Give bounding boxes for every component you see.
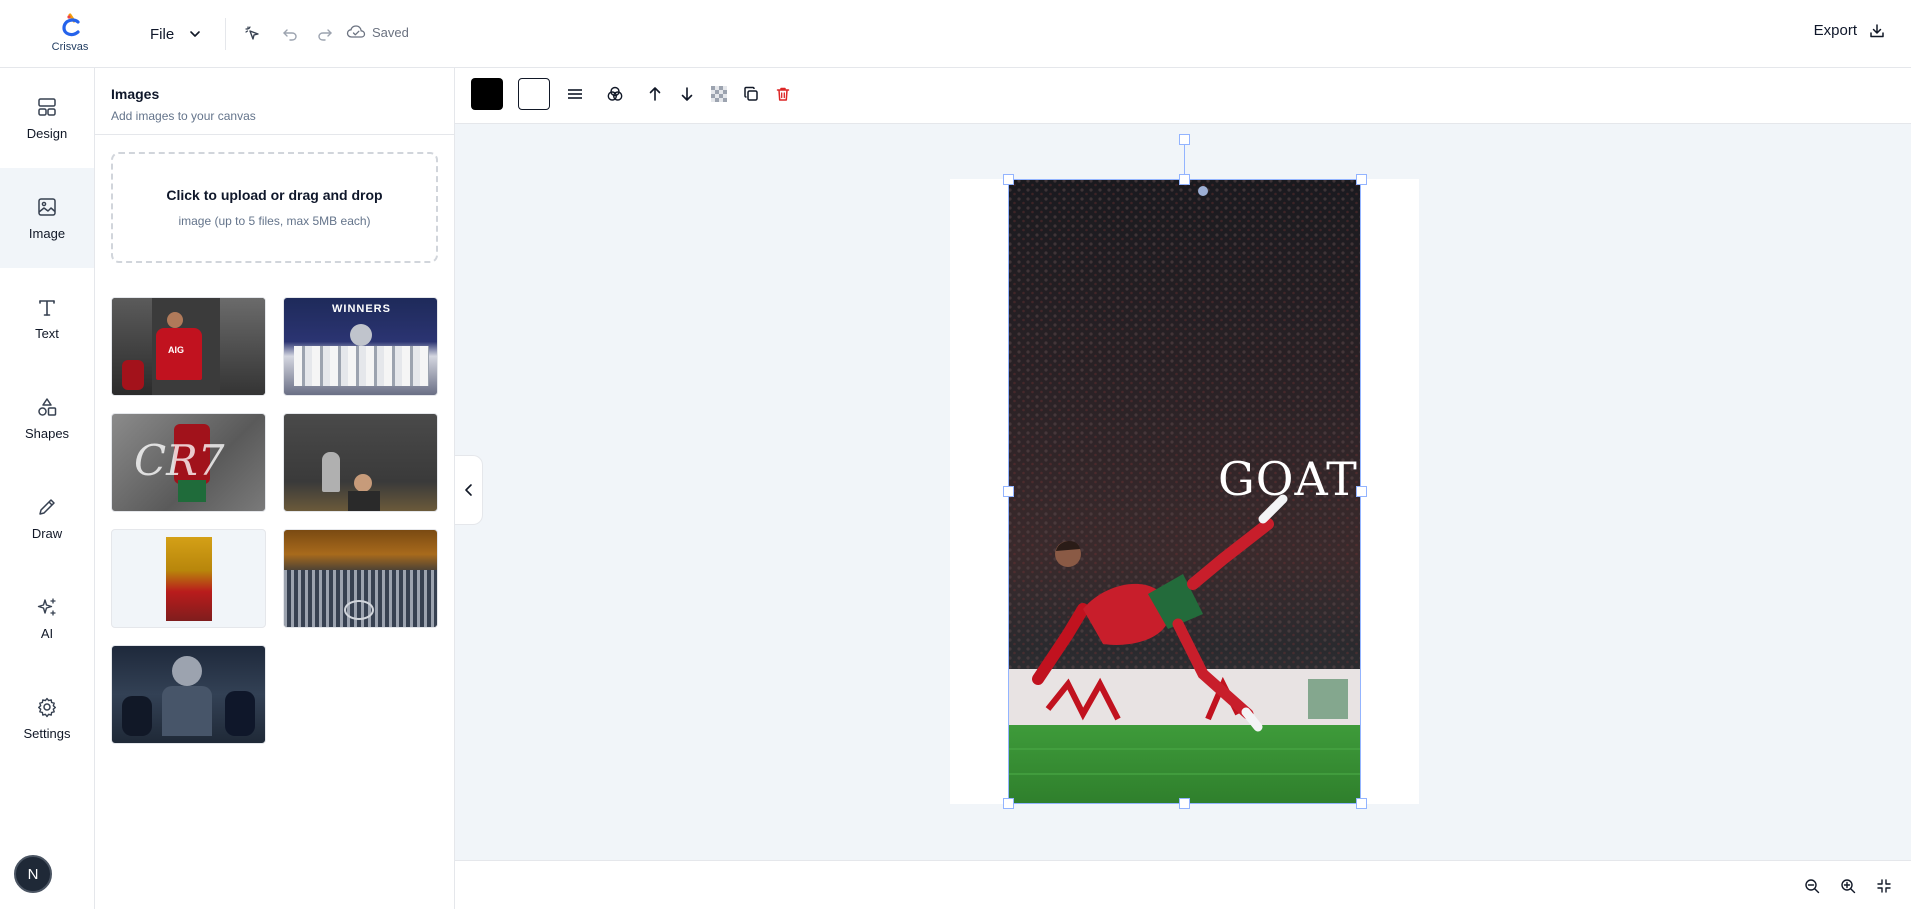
saved-label: Saved bbox=[372, 24, 409, 40]
thumb-cr7[interactable]: CR7 bbox=[111, 413, 266, 512]
export-button[interactable]: Export bbox=[1814, 22, 1885, 39]
gear-icon bbox=[38, 697, 56, 717]
collapse-panel-button[interactable] bbox=[455, 455, 483, 525]
pencil-icon bbox=[39, 498, 55, 515]
export-label: Export bbox=[1813, 22, 1857, 39]
bottom-bar bbox=[455, 860, 1911, 909]
resize-handle-bottom-left[interactable] bbox=[1003, 798, 1014, 809]
sidebar-item-draw[interactable]: Draw bbox=[0, 468, 94, 568]
redo-icon[interactable] bbox=[315, 24, 335, 44]
sparkles-icon bbox=[37, 597, 56, 616]
thumb-caption: CR7 bbox=[134, 436, 225, 485]
next-badge[interactable]: N bbox=[14, 855, 52, 893]
fit-screen-icon[interactable] bbox=[1875, 877, 1893, 895]
thumb-celebration[interactable] bbox=[111, 529, 266, 628]
canvas-toolbar bbox=[455, 68, 1911, 124]
layout-icon bbox=[38, 97, 56, 116]
resize-handle-top-left[interactable] bbox=[1003, 174, 1014, 185]
logo-text: Crisvas bbox=[51, 41, 89, 53]
rotate-handle[interactable] bbox=[1179, 134, 1190, 145]
sidebar-item-label: Settings bbox=[23, 725, 71, 741]
file-menu-button[interactable]: File bbox=[150, 22, 202, 46]
thumb-stadium[interactable] bbox=[283, 529, 438, 628]
panel-header: Images Add images to your canvas bbox=[95, 68, 454, 135]
fill-color-swatch[interactable] bbox=[471, 78, 503, 110]
pointer-sparkle-icon[interactable] bbox=[243, 24, 263, 44]
sidebar-item-label: AI bbox=[40, 625, 54, 641]
thumb-winners[interactable]: WINNERS bbox=[283, 297, 438, 396]
sidebar-item-ai[interactable]: AI bbox=[0, 568, 94, 668]
sidebar-item-settings[interactable]: Settings bbox=[0, 668, 94, 768]
resize-handle-right[interactable] bbox=[1356, 486, 1367, 497]
stroke-color-swatch[interactable] bbox=[518, 78, 550, 110]
thumb-caption: WINNERS bbox=[332, 303, 391, 315]
sidebar-item-label: Text bbox=[35, 325, 59, 341]
sidebar-item-design[interactable]: Design bbox=[0, 68, 94, 168]
app-logo[interactable]: Crisvas bbox=[46, 12, 94, 53]
sidebar-item-label: Design bbox=[26, 125, 68, 141]
cloud-icon bbox=[346, 25, 366, 38]
thumb-trophy[interactable] bbox=[283, 413, 438, 512]
thumb-caption: AIG bbox=[168, 345, 185, 355]
transparency-icon[interactable] bbox=[709, 84, 729, 104]
panel-subtitle: Add images to your canvas bbox=[111, 109, 256, 123]
resize-handle-top-right[interactable] bbox=[1356, 174, 1367, 185]
undo-icon[interactable] bbox=[280, 24, 300, 44]
blend-icon[interactable] bbox=[605, 84, 625, 104]
thumb-red-jersey[interactable]: AIG bbox=[111, 297, 266, 396]
text-icon bbox=[39, 299, 55, 316]
shapes-icon bbox=[38, 397, 57, 416]
arrow-up-icon[interactable] bbox=[645, 84, 665, 104]
resize-handle-top[interactable] bbox=[1179, 174, 1190, 185]
chevron-down-icon bbox=[190, 31, 200, 37]
file-menu-label: File bbox=[150, 25, 175, 43]
upload-title: Click to upload or drag and drop bbox=[166, 187, 383, 203]
panel-title: Images bbox=[111, 86, 160, 102]
image-icon bbox=[38, 197, 56, 216]
zoom-out-icon[interactable] bbox=[1803, 877, 1821, 895]
toolbar-divider bbox=[225, 18, 226, 50]
tool-sidebar: Design Image Text Shapes Draw AI Setting… bbox=[0, 68, 95, 909]
upload-hint: image (up to 5 files, max 5MB each) bbox=[178, 214, 371, 228]
thumb-crowd[interactable] bbox=[111, 645, 266, 744]
resize-handle-left[interactable] bbox=[1003, 486, 1014, 497]
sidebar-item-label: Draw bbox=[31, 525, 63, 541]
top-bar: Crisvas File Saved Export bbox=[0, 0, 1911, 68]
sidebar-item-text[interactable]: Text bbox=[0, 268, 94, 368]
images-panel: Images Add images to your canvas Click t… bbox=[95, 68, 455, 909]
sidebar-item-shapes[interactable]: Shapes bbox=[0, 368, 94, 468]
resize-handle-bottom-right[interactable] bbox=[1356, 798, 1367, 809]
sidebar-item-label: Shapes bbox=[24, 425, 70, 441]
arrow-down-icon[interactable] bbox=[677, 84, 697, 104]
download-icon bbox=[1870, 23, 1884, 37]
sidebar-item-label: Image bbox=[28, 225, 66, 241]
save-status: Saved bbox=[346, 24, 409, 40]
sidebar-item-image[interactable]: Image bbox=[0, 168, 94, 268]
logo-icon bbox=[62, 13, 80, 37]
resize-handle-bottom[interactable] bbox=[1179, 798, 1190, 809]
stroke-width-icon[interactable] bbox=[565, 84, 585, 104]
chevron-left-icon bbox=[464, 484, 472, 496]
zoom-in-icon[interactable] bbox=[1839, 877, 1857, 895]
upload-dropzone[interactable]: Click to upload or drag and drop image (… bbox=[111, 152, 438, 263]
trash-icon[interactable] bbox=[773, 84, 793, 104]
selection-frame bbox=[1008, 179, 1361, 804]
duplicate-icon[interactable] bbox=[741, 84, 761, 104]
